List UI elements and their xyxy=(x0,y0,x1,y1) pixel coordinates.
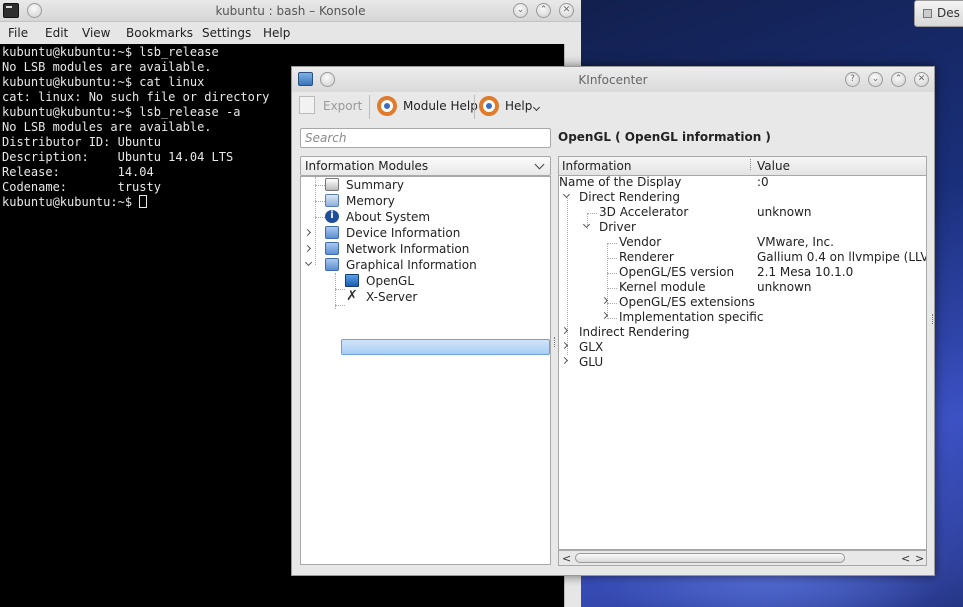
context-help-button[interactable]: ? xyxy=(845,72,860,87)
splitter-handle[interactable] xyxy=(554,337,557,347)
chevron-down-icon[interactable] xyxy=(304,258,313,267)
info-row[interactable]: Indirect Rendering xyxy=(579,325,690,340)
close-button[interactable]: ✕ xyxy=(914,72,929,87)
help-lifebuoy-icon xyxy=(479,96,499,116)
chevron-down-icon xyxy=(534,159,545,170)
info-value: VMware, Inc. xyxy=(757,235,834,249)
kinfocenter-window: KInfocenter ? ⌄ ⌃ ✕ Export Module Help H… xyxy=(291,66,935,576)
info-value: Gallium 0.4 on llvmpipe (LLVM 3 xyxy=(757,250,926,264)
info-row[interactable]: Kernel module xyxy=(619,280,705,295)
export-icon xyxy=(299,96,315,114)
chevron-down-icon[interactable] xyxy=(582,220,591,229)
export-button[interactable]: Export xyxy=(299,94,362,118)
selection-highlight xyxy=(341,339,550,355)
kinfocenter-titlebar[interactable]: KInfocenter ? ⌄ ⌃ ✕ xyxy=(292,67,934,92)
folder-icon xyxy=(325,242,339,255)
menu-edit[interactable]: Edit xyxy=(45,26,68,40)
resize-handle[interactable] xyxy=(932,314,935,324)
info-value: unknown xyxy=(757,280,812,294)
horizontal-scrollbar[interactable]: < < > xyxy=(558,550,927,566)
menu-view[interactable]: View xyxy=(82,26,110,40)
konsole-titlebar[interactable]: kubuntu : bash – Konsole ⌄ ⌃ ✕ xyxy=(0,0,581,22)
minimize-button[interactable]: ⌄ xyxy=(513,3,528,18)
close-button[interactable]: ✕ xyxy=(559,3,574,18)
toolbar-separator xyxy=(369,95,370,119)
info-row[interactable]: 3D Accelerator xyxy=(599,205,688,220)
konsole-title: kubuntu : bash – Konsole xyxy=(215,4,366,18)
menu-bookmarks[interactable]: Bookmarks xyxy=(126,26,193,40)
column-header-value[interactable]: Value xyxy=(757,159,790,173)
chevron-right-icon[interactable] xyxy=(303,228,312,237)
maximize-button[interactable]: ⌃ xyxy=(891,72,906,87)
info-row[interactable]: Name of the Display xyxy=(559,176,681,190)
chevron-right-icon[interactable] xyxy=(303,244,312,253)
info-row[interactable]: GLX xyxy=(579,340,603,355)
memory-icon xyxy=(325,194,339,207)
info-row[interactable]: Direct Rendering xyxy=(579,190,680,205)
maximize-button[interactable]: ⌃ xyxy=(536,3,551,18)
terminal-output[interactable]: kubuntu@kubuntu:~$ lsb_release No LSB mo… xyxy=(2,45,269,210)
info-value: :0 xyxy=(757,176,769,189)
terminal-line: Distributor ID: Ubuntu xyxy=(2,135,161,149)
help-lifebuoy-icon xyxy=(377,96,397,116)
info-row[interactable]: OpenGL/ES version xyxy=(619,265,734,280)
menu-file[interactable]: File xyxy=(8,26,28,40)
terminal-line: kubuntu@kubuntu:~$ lsb_release xyxy=(2,45,219,59)
help-button[interactable]: Help xyxy=(479,94,543,118)
monitor-icon xyxy=(345,274,359,287)
scrollbar-thumb[interactable] xyxy=(575,553,845,563)
info-table-header: Information Value xyxy=(558,156,927,176)
scroll-left-icon[interactable]: < xyxy=(901,552,910,565)
module-help-button[interactable]: Module Help xyxy=(377,94,478,118)
terminal-line: No LSB modules are available. xyxy=(2,60,212,74)
info-icon: i xyxy=(325,210,339,223)
desktop-panel-button[interactable]: Des xyxy=(914,0,963,27)
info-value: unknown xyxy=(757,205,812,219)
kinfocenter-title: KInfocenter xyxy=(578,73,648,87)
info-row[interactable]: OpenGL/ES extensions xyxy=(619,295,755,310)
page-title: OpenGL ( OpenGL information ) xyxy=(558,130,771,144)
terminal-prompt: kubuntu@kubuntu:~$ xyxy=(2,195,140,209)
folder-icon xyxy=(325,258,339,271)
info-row[interactable]: Driver xyxy=(599,220,636,235)
menu-help[interactable]: Help xyxy=(263,26,290,40)
info-row[interactable]: Implementation specific xyxy=(619,310,763,325)
chevron-down-icon xyxy=(532,103,541,112)
folder-icon xyxy=(325,226,339,239)
window-icon xyxy=(923,9,932,18)
terminal-line: Release: 14.04 xyxy=(2,165,154,179)
chevron-down-icon[interactable] xyxy=(562,190,571,199)
terminal-line: cat: linux: No such file or directory xyxy=(2,90,270,104)
terminal-line: Description: Ubuntu 14.04 LTS xyxy=(2,150,234,164)
x-server-icon: ✗ xyxy=(346,288,358,304)
info-row[interactable]: Renderer xyxy=(619,250,674,265)
scroll-left-icon[interactable]: < xyxy=(562,552,571,565)
terminal-line: Codename: trusty xyxy=(2,180,161,194)
info-row[interactable]: Vendor xyxy=(619,235,661,250)
modules-tree: Summary Memory i About System Device Inf… xyxy=(300,176,551,565)
minimize-button[interactable]: ⌄ xyxy=(868,72,883,87)
information-modules-combo[interactable]: Information Modules xyxy=(300,156,551,176)
terminal-cursor xyxy=(139,195,148,208)
terminal-line: kubuntu@kubuntu:~$ lsb_release -a xyxy=(2,105,241,119)
column-header-information[interactable]: Information xyxy=(562,159,631,173)
terminal-line: kubuntu@kubuntu:~$ cat linux xyxy=(2,75,205,89)
summary-icon xyxy=(325,178,339,191)
search-input[interactable]: Search xyxy=(300,128,551,148)
konsole-menubar: File Edit View Bookmarks Settings Help xyxy=(0,22,581,44)
menu-settings[interactable]: Settings xyxy=(202,26,251,40)
toolbar-separator xyxy=(474,95,475,119)
terminal-line: No LSB modules are available. xyxy=(2,120,212,134)
scroll-right-icon[interactable]: > xyxy=(915,552,924,565)
chevron-right-icon[interactable] xyxy=(560,356,569,365)
info-value: 2.1 Mesa 10.1.0 xyxy=(757,265,854,279)
info-row[interactable]: GLU xyxy=(579,355,603,370)
info-tree: Name of the Display :0 Direct Rendering … xyxy=(558,176,927,550)
